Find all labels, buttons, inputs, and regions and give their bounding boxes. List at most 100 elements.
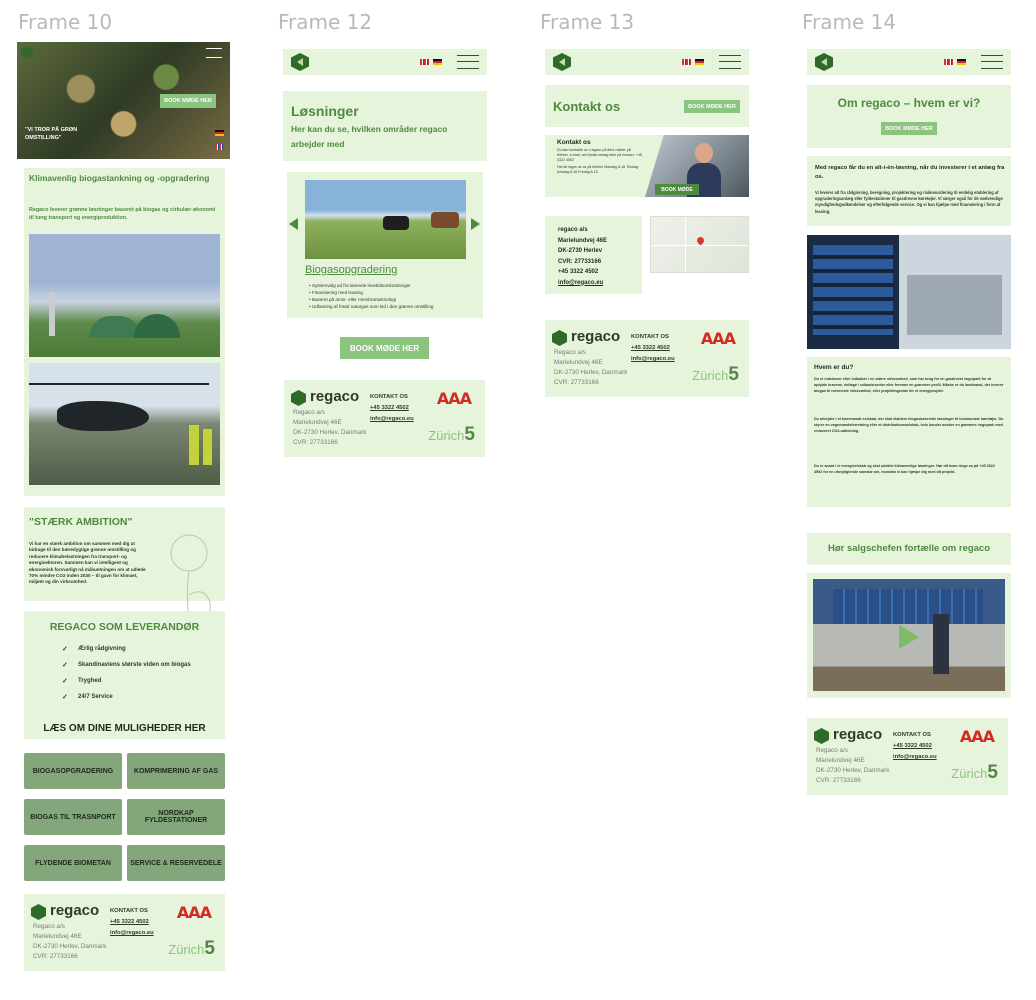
logo-icon[interactable] [553,53,571,71]
menu-icon[interactable] [981,55,1003,69]
flag-de-icon[interactable] [215,130,224,136]
intro-text: Vi leverer alt fra rådgivning, beregning… [815,190,1003,214]
option-button[interactable]: BIOGAS TIL TRASNPORT [24,799,122,835]
slide-bullet: • Udfasning af fossil naturgas som led i… [309,304,434,309]
frame-label-14: Frame 14 [802,10,897,34]
phone-link[interactable]: +45 3322 4502 [558,267,607,278]
address-line: Marielundvej 46E [33,933,82,940]
slide-title[interactable]: Biogasopgradering [305,264,397,276]
flag-de-icon[interactable] [695,59,704,65]
footer: regaco Regaco a/s Marielundvej 46E DK-27… [24,894,225,971]
logo-icon[interactable] [815,53,833,71]
climate-title: Klimavenlig biogastankning og -opgraderi… [29,173,210,183]
who-paragraph: Du arbejder i et kommunalt selskab, der … [814,417,1004,433]
footer-brand: regaco [50,902,100,919]
cattle-image [305,180,466,259]
flag-uk-icon[interactable] [682,59,691,65]
regaco-logo-icon [814,728,829,744]
play-icon[interactable] [899,625,919,649]
top-nav [807,49,1011,75]
regaco-logo-icon [552,330,567,346]
top-nav [283,49,487,75]
footer-address: Regaco a/s Marielundvej 46E DK-2730 Herl… [33,922,106,962]
contact-label: KONTAKT OS [631,334,669,340]
phone-link[interactable]: +45 3322 4502 [370,403,414,414]
flag-uk-icon[interactable] [215,144,224,150]
slide-bullet-text: Systemvalg ud fra løvende levetidsomkost… [311,283,411,288]
email-link[interactable]: info@regaco.eu [558,278,607,289]
chevron-right-icon[interactable] [471,218,480,230]
helicopter-image [29,363,220,485]
zurich5-logo: Zürich5 [951,762,998,784]
contact-card-text: Du kan kontakte os i regaco på flere måd… [557,148,642,162]
book-meeting-button[interactable]: BOOK MØDE HER [684,100,740,113]
option-button[interactable]: BIOGASOPGRADERING [24,753,122,789]
logo-icon[interactable] [291,53,309,71]
page-title: Om regaco – hvem er vi? [837,96,981,110]
menu-icon[interactable] [206,48,222,58]
flag-uk-icon[interactable] [420,59,429,65]
option-button[interactable]: FLYDENDE BIOMETAN [24,845,122,881]
phone-link[interactable]: +45 3322 4502 [893,741,937,752]
menu-icon[interactable] [457,55,479,69]
workbench-shape [907,275,1002,335]
address-line: CVR: 27733166 [293,439,338,446]
address-block: regaco a/s Marielundvej 46E DK-2730 Herl… [558,225,607,288]
address-line: regaco a/s [558,227,588,233]
biogas-plant-image [29,234,220,357]
address-line: DK-2730 Herlev, Danmark [554,369,628,376]
footer-address: Regaco a/s Marielundvej 46E DK-2730 Herl… [293,408,366,448]
contact-card-hours: Hel de tagen at os på telefon Mandag 8-1… [557,165,640,174]
phone-link[interactable]: +45 3322 4502 [631,343,675,354]
zurich-word: Zürich [692,368,729,383]
dome-shape-2 [134,314,180,338]
slide-bullet-text: Baseret på amin- eller membranteknologi [311,297,396,302]
aaa-rating-logo: AAA [700,329,736,348]
zurich-word: Zürich [168,942,205,957]
top-nav [545,49,749,75]
supplier-title: REGACO SOM LEVERANDØR [49,621,200,633]
book-meeting-button[interactable]: BOOK MØDE HER [340,337,429,359]
sales-video-thumbnail[interactable] [813,579,1005,691]
email-link[interactable]: info@regaco.eu [370,414,414,425]
ambition-section: "STÆRK AMBITION" Vi har en stærk ambitio… [24,507,225,674]
address-card: regaco a/s Marielundvej 46E DK-2730 Herl… [545,216,642,294]
footer-address: Regaco a/s Marielundvej 46E DK-2730 Herl… [554,348,627,388]
page-title: Kontakt os [553,99,621,114]
aaa-rating-logo: AAA [959,727,995,746]
email-link[interactable]: info@regaco.eu [893,752,937,763]
contact-book-button[interactable]: BOOK MØDE [655,184,699,195]
option-button[interactable]: SERVICE & RESERVEDELE [127,845,225,881]
supplier-item: Ærlig rådgivning [62,645,126,653]
hero-book-button[interactable]: BOOK MØDE HER [160,94,216,108]
footer-contact: KONTAKT OS +45 3322 4502 info@regaco.eu [631,332,675,365]
zurich-word: Zürich [428,428,465,443]
zurich-number: 5 [728,364,739,385]
option-button[interactable]: NORDKAP FYLDESTATIONER [127,799,225,835]
address-line: Regaco a/s [554,349,586,356]
address-line: CVR: 27733166 [558,258,602,265]
chevron-left-icon[interactable] [289,218,298,230]
menu-icon[interactable] [719,55,741,69]
ambition-title: "STÆRK AMBITION" [29,516,133,528]
sales-title: Hør salgschefen fortælle om regaco [827,543,991,554]
page-title: Løsninger [291,103,359,119]
option-button[interactable]: KOMPRIMERING AF GAS [127,753,225,789]
phone-link[interactable]: +45 3322 4502 [110,917,154,928]
email-link[interactable]: info@regaco.eu [631,354,675,365]
flag-uk-icon[interactable] [944,59,953,65]
who-title: Hvem er du? [814,364,854,371]
contact-card-title: Kontakt os [557,139,591,146]
footer: regaco Regaco a/s Marielundvej 46E DK-27… [807,718,1008,795]
zurich-number: 5 [464,424,475,445]
map-embed[interactable] [650,216,749,273]
frame-label-12: Frame 12 [278,10,373,34]
options-title: LÆS OM DINE MULIGHEDER HER [43,723,206,734]
footer-brand: regaco [571,328,621,345]
address-line: Marielundvej 46E [554,359,603,366]
flag-de-icon[interactable] [957,59,966,65]
helicopter-shape [57,401,149,431]
flag-de-icon[interactable] [433,59,442,65]
email-link[interactable]: info@regaco.eu [110,928,154,939]
book-meeting-button[interactable]: BOOK MØDE HER [881,122,937,135]
